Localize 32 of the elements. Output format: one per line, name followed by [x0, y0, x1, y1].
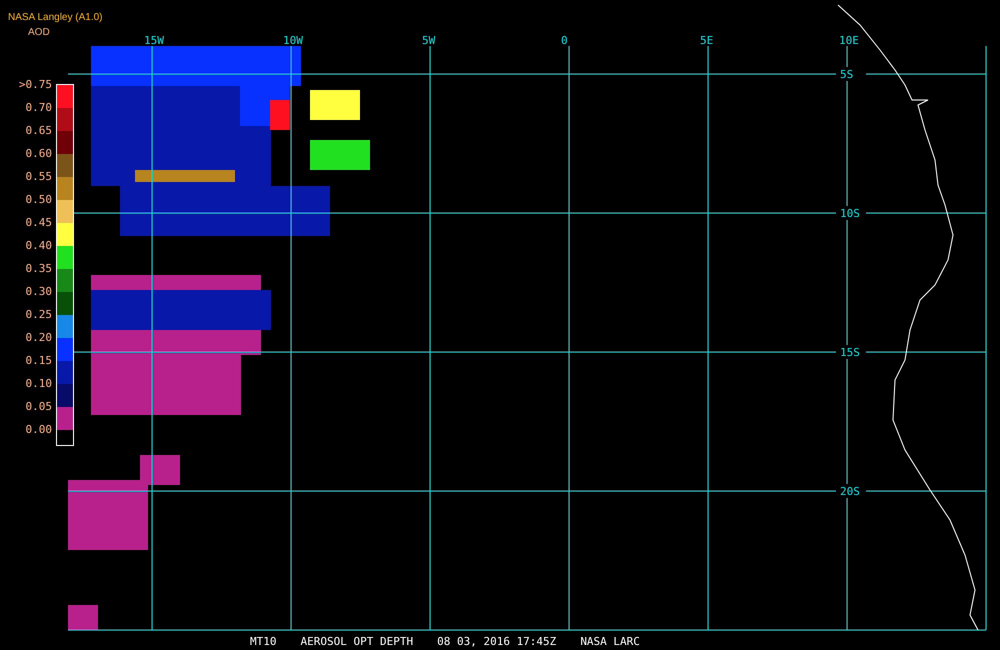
legend-label: 0.05: [26, 400, 52, 415]
longitude-label: 5E: [700, 34, 714, 47]
legend-label: 0.30: [26, 285, 52, 300]
legend-label: 0.45: [26, 216, 52, 231]
legend-label: 0.10: [26, 377, 52, 392]
latitude-label: 20S: [840, 485, 860, 498]
legend-label: 0.35: [26, 262, 52, 277]
legend-label: 0.25: [26, 308, 52, 323]
footer-text: 08 03, 2016 17:45Z: [437, 634, 556, 650]
legend-subtitle: AOD: [28, 26, 50, 40]
legend-label: 0.50: [26, 193, 52, 208]
footer-text: MT10: [250, 634, 276, 650]
latitude-label: 5S: [840, 68, 854, 81]
longitude-label: 10W: [283, 34, 303, 47]
longitude-label: 0: [561, 34, 568, 47]
longitude-label: 15W: [144, 34, 164, 47]
legend-label: 0.20: [26, 331, 52, 346]
legend-label: >0.75: [18, 78, 52, 93]
legend-title: NASA Langley (A1.0): [8, 11, 102, 25]
legend-label: 0.00: [26, 423, 52, 438]
legend-label: 0.40: [26, 239, 52, 254]
legend-label: 0.15: [26, 354, 52, 369]
latitude-label: 10S: [840, 207, 860, 220]
legend-label: 0.70: [26, 101, 52, 116]
legend-label: 0.60: [26, 147, 52, 162]
latitude-label: 15S: [840, 346, 860, 359]
longitude-label: 5W: [422, 34, 436, 47]
longitude-label: 10E: [839, 34, 859, 47]
legend-label: 0.55: [26, 170, 52, 185]
legend-label: 0.65: [26, 124, 52, 139]
footer-text: NASA LARC: [580, 634, 640, 650]
footer-text: AEROSOL OPT DEPTH: [300, 634, 414, 650]
